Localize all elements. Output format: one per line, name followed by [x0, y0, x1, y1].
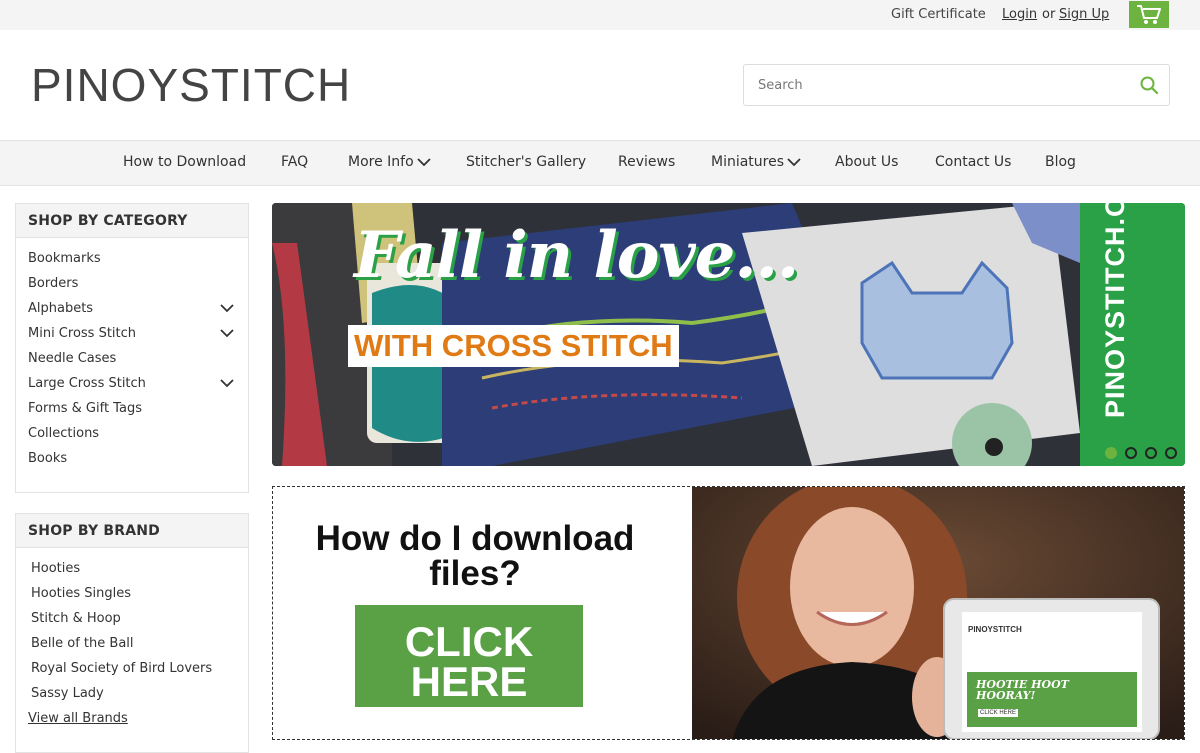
gift-certificate-link[interactable]: Gift Certificate — [891, 7, 986, 22]
nav-label: FAQ — [281, 154, 309, 170]
category-item-mini-cross-stitch[interactable]: Mini Cross Stitch — [16, 321, 248, 346]
login-link[interactable]: Login — [1002, 7, 1037, 22]
category-label: Alphabets — [28, 301, 94, 316]
category-label: Forms & Gift Tags — [28, 401, 142, 416]
tablet-logo: PINOYSTITCH — [968, 625, 1022, 634]
brand-label: Hooties — [31, 561, 81, 576]
category-item-needle-cases[interactable]: Needle Cases — [16, 346, 248, 371]
cart-icon — [1137, 4, 1161, 24]
category-label: Large Cross Stitch — [28, 376, 146, 391]
chevron-down-icon[interactable] — [220, 378, 234, 388]
chevron-down-icon[interactable] — [220, 328, 234, 338]
brand-label: Hooties Singles — [31, 586, 132, 601]
nav-how-to-download[interactable]: How to Download — [123, 154, 246, 170]
brand-item-stitch-hoop[interactable]: Stitch & Hoop — [16, 606, 248, 631]
tablet-banner-text: HOOTIE HOOT HOORAY! — [976, 678, 1069, 702]
brand-item-royal-society[interactable]: Royal Society of Bird Lovers — [16, 656, 248, 681]
signup-link[interactable]: Sign Up — [1059, 7, 1109, 22]
nav-miniatures[interactable]: Miniatures — [711, 154, 801, 170]
category-label: Bookmarks — [28, 251, 101, 266]
search-box — [743, 64, 1170, 106]
shop-by-category-panel: SHOP BY CATEGORY Bookmarks Borders Alpha… — [15, 203, 249, 493]
nav-label: Reviews — [618, 154, 676, 170]
chevron-down-icon — [417, 158, 431, 167]
site-logo[interactable]: PINOYSTITCH — [31, 58, 351, 112]
category-item-bookmarks[interactable]: Bookmarks — [16, 246, 248, 271]
hero-headline: Fall in love... — [354, 218, 799, 293]
brand-label: Royal Society of Bird Lovers — [31, 661, 213, 676]
brand-item-hooties[interactable]: Hooties — [16, 556, 248, 581]
category-item-large-cross-stitch[interactable]: Large Cross Stitch — [16, 371, 248, 396]
brand-item-sassy-lady[interactable]: Sassy Lady — [16, 681, 248, 706]
search-icon[interactable] — [1139, 75, 1159, 95]
nav-label: Stitcher's Gallery — [466, 154, 587, 170]
nav-stitchers-gallery[interactable]: Stitcher's Gallery — [466, 154, 586, 170]
search-input[interactable] — [744, 65, 1124, 105]
view-all-brands-label: View all Brands — [28, 711, 128, 726]
nav-label: More Info — [348, 154, 414, 170]
promo-question: How do I download files? — [315, 519, 635, 593]
nav-label: About Us — [835, 154, 899, 170]
category-label: Collections — [28, 426, 100, 441]
nav-blog[interactable]: Blog — [1045, 154, 1076, 170]
nav-reviews[interactable]: Reviews — [618, 154, 675, 170]
category-label: Borders — [28, 276, 79, 291]
category-item-alphabets[interactable]: Alphabets — [16, 296, 248, 321]
cart-button[interactable] — [1129, 1, 1169, 28]
carousel-dot-4[interactable] — [1165, 447, 1177, 459]
category-label: Books — [28, 451, 68, 466]
top-utility-bar: Gift Certificate Login or Sign Up — [0, 0, 1200, 30]
nav-contact-us[interactable]: Contact Us — [935, 154, 1011, 170]
category-panel-title: SHOP BY CATEGORY — [16, 204, 248, 238]
brand-item-belle-of-the-ball[interactable]: Belle of the Ball — [16, 631, 248, 656]
main-navigation: How to Download FAQ More Info Stitcher's… — [0, 140, 1200, 186]
tablet-click-here: CLICK HERE — [978, 709, 1019, 717]
brand-panel-title: SHOP BY BRAND — [16, 514, 248, 548]
nav-label: How to Download — [123, 154, 247, 170]
hero-subline: WITH CROSS STITCH — [348, 325, 679, 367]
shop-by-brand-panel: SHOP BY BRAND Hooties Hooties Singles St… — [15, 513, 249, 753]
category-label: Needle Cases — [28, 351, 117, 366]
carousel-dot-3[interactable] — [1145, 447, 1157, 459]
brand-label: Sassy Lady — [31, 686, 104, 701]
woman-with-tablet-photo — [692, 487, 1184, 739]
download-promo-banner[interactable]: How do I download files? CLICK HERE PINO… — [272, 486, 1185, 740]
brand-label: Stitch & Hoop — [31, 611, 121, 626]
nav-about-us[interactable]: About Us — [835, 154, 898, 170]
hero-carousel[interactable]: Fall in love... WITH CROSS STITCH PINOYS… — [272, 203, 1185, 466]
cta-line-2: HERE — [410, 658, 528, 705]
click-here-button[interactable]: CLICK HERE — [355, 605, 583, 707]
category-item-collections[interactable]: Collections — [16, 421, 248, 446]
chevron-down-icon[interactable] — [220, 303, 234, 313]
nav-label: Contact Us — [935, 154, 1012, 170]
nav-faq[interactable]: FAQ — [281, 154, 308, 170]
nav-more-info[interactable]: More Info — [348, 154, 431, 170]
category-item-forms-gift-tags[interactable]: Forms & Gift Tags — [16, 396, 248, 421]
brand-label: Belle of the Ball — [31, 636, 134, 651]
view-all-brands-link[interactable]: View all Brands — [16, 706, 248, 731]
carousel-dot-1[interactable] — [1105, 447, 1117, 459]
hero-side-text: PINOYSTITCH.ORG — [1100, 203, 1130, 418]
carousel-dots — [1105, 447, 1177, 459]
carousel-dot-2[interactable] — [1125, 447, 1137, 459]
chevron-down-icon — [787, 158, 801, 167]
category-item-borders[interactable]: Borders — [16, 271, 248, 296]
category-label: Mini Cross Stitch — [28, 326, 137, 341]
nav-label: Miniatures — [711, 154, 785, 170]
category-item-books[interactable]: Books — [16, 446, 248, 471]
brand-item-hooties-singles[interactable]: Hooties Singles — [16, 581, 248, 606]
login-or-text: or — [1042, 7, 1056, 22]
hero-side-strip: PINOYSTITCH.ORG — [1080, 203, 1185, 466]
nav-label: Blog — [1045, 154, 1076, 170]
